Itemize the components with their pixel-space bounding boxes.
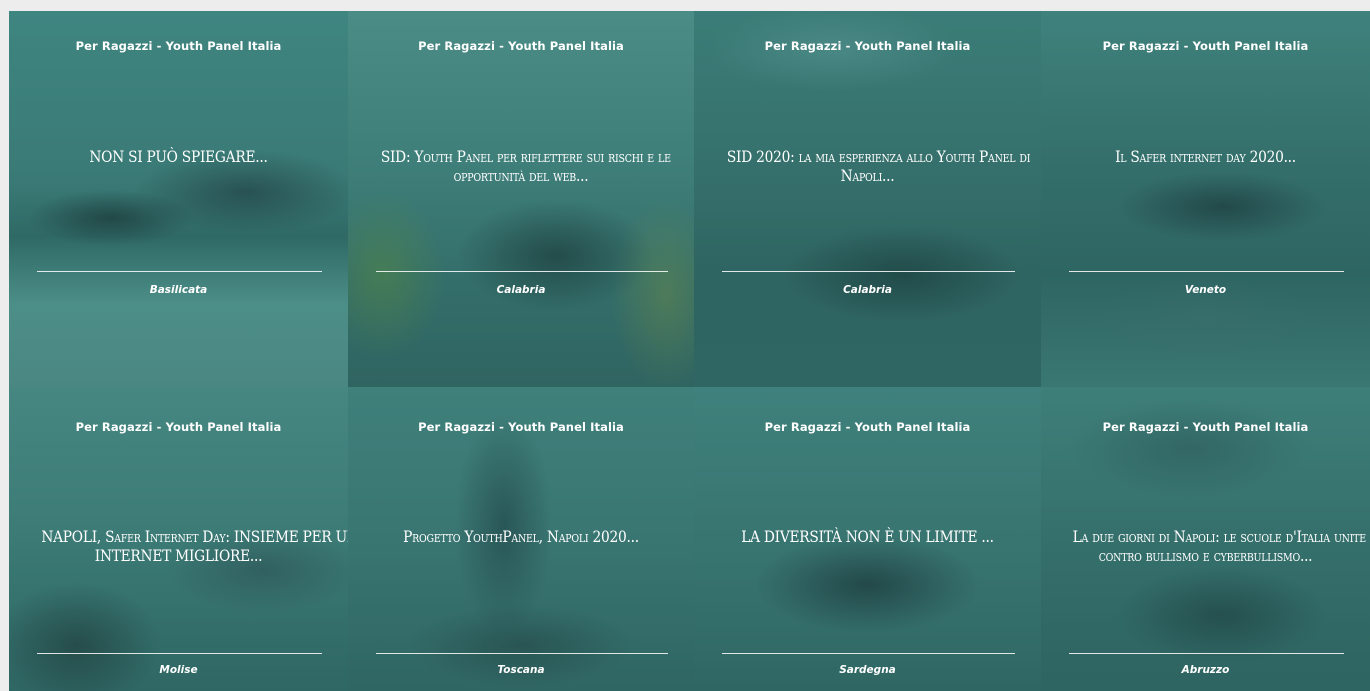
- article-card[interactable]: Per Ragazzi - Youth Panel Italia SID: Yo…: [348, 11, 694, 387]
- card-title[interactable]: SID 2020: la mia esperienza allo Youth P…: [726, 147, 1031, 185]
- card-divider: [1069, 271, 1344, 272]
- card-region: Toscana: [497, 664, 545, 676]
- card-divider: [722, 653, 1015, 654]
- card-region: Calabria: [496, 284, 546, 296]
- card-title[interactable]: LA DIVERSITÀ NON È UN LIMITE ...: [727, 527, 1008, 546]
- card-source: Per Ragazzi - Youth Panel Italia: [764, 420, 971, 434]
- card-region: Veneto: [1184, 284, 1227, 296]
- card-title-line: Progetto YouthPanel, Napoli 2020...: [403, 527, 639, 546]
- card-region: Basilicata: [149, 284, 208, 296]
- article-card[interactable]: Per Ragazzi - Youth Panel Italia La due …: [1041, 387, 1370, 691]
- card-divider: [37, 653, 322, 654]
- article-card[interactable]: Per Ragazzi - Youth Panel Italia NON SI …: [9, 11, 348, 387]
- card-title[interactable]: Il Safer internet day 2020...: [1073, 147, 1339, 166]
- card-title-line: SID 2020: la mia esperienza allo Youth P…: [726, 147, 1031, 166]
- card-source: Per Ragazzi - Youth Panel Italia: [418, 420, 624, 434]
- article-card[interactable]: Per Ragazzi - Youth Panel Italia SID 202…: [694, 11, 1041, 387]
- article-grid: Per Ragazzi - Youth Panel Italia NON SI …: [9, 11, 1370, 691]
- article-card[interactable]: Per Ragazzi - Youth Panel Italia LA DIVE…: [694, 387, 1041, 691]
- card-region: Molise: [159, 664, 198, 676]
- article-card[interactable]: Per Ragazzi - Youth Panel Italia Il Safe…: [1041, 11, 1370, 387]
- card-title[interactable]: NON SI PUÒ SPIEGARE...: [41, 147, 315, 166]
- card-title-line: opportunità del web...: [453, 166, 589, 185]
- card-title-line: Napoli...: [840, 166, 895, 185]
- card-source: Per Ragazzi - Youth Panel Italia: [1102, 39, 1309, 53]
- card-title-line: LA DIVERSITÀ NON È UN LIMITE ...: [741, 527, 994, 546]
- card-title-line: La due giorni di Napoli: le scuole d'Ita…: [1072, 527, 1367, 546]
- card-divider: [37, 271, 322, 272]
- card-title-line: Il Safer internet day 2020...: [1115, 147, 1296, 166]
- card-source: Per Ragazzi - Youth Panel Italia: [75, 420, 282, 434]
- card-title[interactable]: NAPOLI, Safer Internet Day: INSIEME PER …: [41, 527, 348, 565]
- card-divider: [376, 271, 668, 272]
- card-title[interactable]: SID: Youth Panel per riflettere sui risc…: [380, 147, 671, 185]
- card-title-line: INTERNET MIGLIORE...: [94, 546, 263, 565]
- card-title[interactable]: Progetto YouthPanel, Napoli 2020...: [381, 527, 661, 546]
- card-title-line: SID: Youth Panel per riflettere sui risc…: [380, 147, 671, 166]
- card-title-line: NAPOLI, Safer Internet Day: INSIEME PER …: [41, 527, 348, 546]
- card-source: Per Ragazzi - Youth Panel Italia: [418, 39, 624, 53]
- card-title-line: contro bullismo e cyberbullismo...: [1098, 546, 1313, 565]
- card-divider: [1069, 653, 1344, 654]
- card-source: Per Ragazzi - Youth Panel Italia: [764, 39, 971, 53]
- card-title[interactable]: La due giorni di Napoli: le scuole d'Ita…: [1072, 527, 1367, 565]
- article-card[interactable]: Per Ragazzi - Youth Panel Italia Progett…: [348, 387, 694, 691]
- card-title-line: NON SI PUÒ SPIEGARE...: [89, 147, 268, 166]
- article-card[interactable]: Per Ragazzi - Youth Panel Italia NAPOLI,…: [9, 387, 348, 691]
- card-region: Abruzzo: [1181, 664, 1230, 676]
- card-region: Sardegna: [839, 664, 896, 676]
- card-source: Per Ragazzi - Youth Panel Italia: [1102, 420, 1309, 434]
- card-source: Per Ragazzi - Youth Panel Italia: [75, 39, 282, 53]
- card-region: Calabria: [843, 284, 892, 296]
- card-divider: [376, 653, 668, 654]
- card-divider: [722, 271, 1015, 272]
